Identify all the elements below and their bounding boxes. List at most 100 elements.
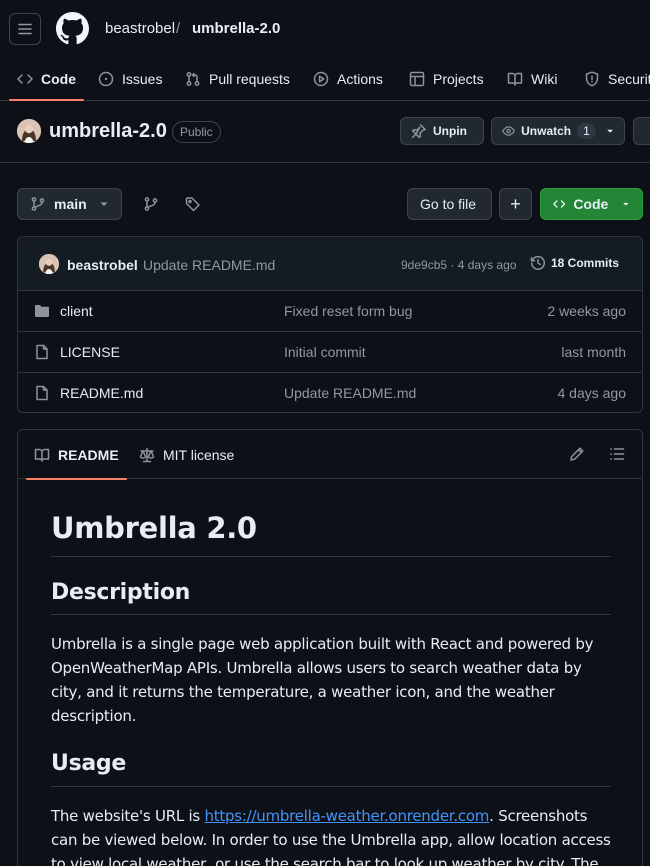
file-commit-message[interactable]: Initial commit: [284, 344, 366, 360]
commits-link[interactable]: 18 Commits: [530, 255, 619, 271]
file-name[interactable]: client: [60, 303, 93, 319]
description-text: Umbrella is a single page web applicatio…: [51, 635, 594, 726]
file-icon: [36, 344, 48, 360]
readme-tabs: README MIT license: [18, 430, 642, 480]
chevron-down-icon: [623, 202, 629, 206]
code-icon: [17, 74, 33, 84]
table-icon: [409, 71, 425, 87]
pencil-icon: [570, 447, 584, 461]
go-to-file-button[interactable]: Go to file: [407, 188, 492, 220]
file-row[interactable]: client Fixed reset form bug 2 weeks ago: [18, 291, 642, 332]
file-commit-message[interactable]: Fixed reset form bug: [284, 303, 412, 319]
branch-name: main: [54, 196, 87, 212]
file-row[interactable]: README.md Update README.md 4 days ago: [18, 373, 642, 412]
tab-actions-label: Actions: [337, 71, 383, 87]
tab-license[interactable]: MIT license: [139, 430, 234, 479]
file-date: 2 weeks ago: [547, 303, 626, 319]
tab-issues-label: Issues: [122, 71, 163, 87]
commit-message[interactable]: Update README.md: [143, 257, 275, 273]
top-bar: beastrobel / umbrella-2.0: [0, 0, 650, 58]
file-row[interactable]: LICENSE Initial commit last month: [18, 332, 642, 373]
tab-code-label: Code: [41, 71, 76, 87]
tab-readme-label: README: [58, 446, 119, 463]
commit-author-avatar[interactable]: [39, 254, 59, 274]
chevron-down-icon: [607, 129, 613, 133]
readme-panel: README MIT license Umbrella 2.0 Descript…: [17, 429, 643, 866]
branch-icon: [144, 197, 158, 211]
chevron-down-icon: [100, 202, 108, 206]
file-commit-message[interactable]: Update README.md: [284, 385, 416, 401]
breadcrumb-repo[interactable]: umbrella-2.0: [192, 20, 280, 37]
tab-projects-label: Projects: [433, 71, 484, 87]
readme-title: Umbrella 2.0: [51, 511, 611, 557]
folder-icon: [35, 305, 49, 317]
pin-icon: [412, 124, 426, 139]
file-name[interactable]: LICENSE: [60, 344, 120, 360]
file-browser: beastrobel Update README.md 9de9cb5 · 4 …: [17, 236, 643, 413]
readme-content: Umbrella 2.0 Description Umbrella is a s…: [51, 511, 611, 866]
pull-request-icon: [186, 72, 200, 86]
tab-code[interactable]: Code: [9, 58, 84, 101]
play-icon: [313, 71, 329, 87]
file-date: last month: [561, 344, 626, 360]
book-icon: [34, 448, 50, 462]
visibility-badge: Public: [172, 121, 221, 143]
unwatch-button[interactable]: Unwatch 1: [491, 117, 625, 145]
file-date: 4 days ago: [557, 385, 627, 401]
go-to-file-label: Go to file: [420, 196, 477, 212]
breadcrumb-owner[interactable]: beastrobel: [105, 20, 175, 37]
repo-name[interactable]: umbrella-2.0: [49, 120, 167, 143]
eye-icon: [502, 126, 515, 136]
tab-license-label: MIT license: [163, 446, 235, 463]
fork-button[interactable]: [633, 117, 650, 145]
watch-count: 1: [577, 123, 596, 139]
tab-wiki[interactable]: Wiki: [507, 58, 557, 100]
menu-button[interactable]: [9, 13, 41, 45]
branches-button[interactable]: [137, 188, 165, 220]
branch-icon: [31, 197, 45, 211]
hamburger-icon: [18, 23, 32, 35]
tab-actions[interactable]: Actions: [313, 58, 383, 100]
tab-security-label: Securit: [608, 71, 650, 87]
commit-hash-date[interactable]: 9de9cb5 · 4 days ago: [401, 258, 516, 272]
commits-count: 18 Commits: [551, 256, 620, 270]
latest-commit: beastrobel Update README.md 9de9cb5 · 4 …: [18, 237, 642, 291]
add-file-label: +: [510, 193, 521, 214]
file-icon: [36, 385, 48, 401]
tab-issues[interactable]: Issues: [98, 58, 162, 100]
website-link[interactable]: https://umbrella-weather.onrender.com: [205, 807, 490, 825]
owner-avatar[interactable]: [17, 119, 41, 143]
tags-button[interactable]: [179, 188, 207, 220]
unwatch-label: Unwatch: [521, 124, 572, 138]
tab-pull-requests[interactable]: Pull requests: [185, 58, 290, 100]
file-name[interactable]: README.md: [60, 385, 143, 401]
tab-wiki-label: Wiki: [531, 71, 558, 87]
outline-button[interactable]: [609, 446, 625, 462]
tab-projects[interactable]: Projects: [409, 58, 484, 100]
code-button[interactable]: Code: [540, 188, 643, 220]
branch-select[interactable]: main: [17, 188, 122, 220]
usage-text: The website's URL is https://umbrella-we…: [51, 804, 611, 866]
commit-author[interactable]: beastrobel: [67, 257, 138, 273]
usage-text-before: The website's URL is: [51, 806, 205, 825]
add-file-button[interactable]: +: [499, 188, 532, 220]
tab-security[interactable]: Securit: [584, 58, 650, 100]
list-icon: [610, 448, 625, 460]
tag-icon: [185, 197, 200, 212]
tab-pull-requests-label: Pull requests: [209, 71, 290, 87]
heading-usage: Usage: [51, 750, 611, 787]
heading-description: Description: [51, 579, 611, 616]
code-button-label: Code: [573, 196, 609, 212]
edit-readme-button[interactable]: [569, 446, 585, 462]
unpin-button[interactable]: Unpin: [400, 117, 484, 145]
repo-nav: Code Issues Pull requests Actions Projec…: [0, 58, 650, 101]
issue-icon: [98, 71, 114, 87]
shield-icon: [585, 71, 599, 87]
book-icon: [507, 72, 523, 86]
unpin-label: Unpin: [433, 124, 467, 138]
github-logo-icon[interactable]: [56, 12, 89, 45]
breadcrumb-separator: /: [176, 20, 181, 37]
tab-readme[interactable]: README: [26, 430, 127, 480]
code-icon: [553, 200, 566, 208]
history-icon: [530, 255, 545, 270]
